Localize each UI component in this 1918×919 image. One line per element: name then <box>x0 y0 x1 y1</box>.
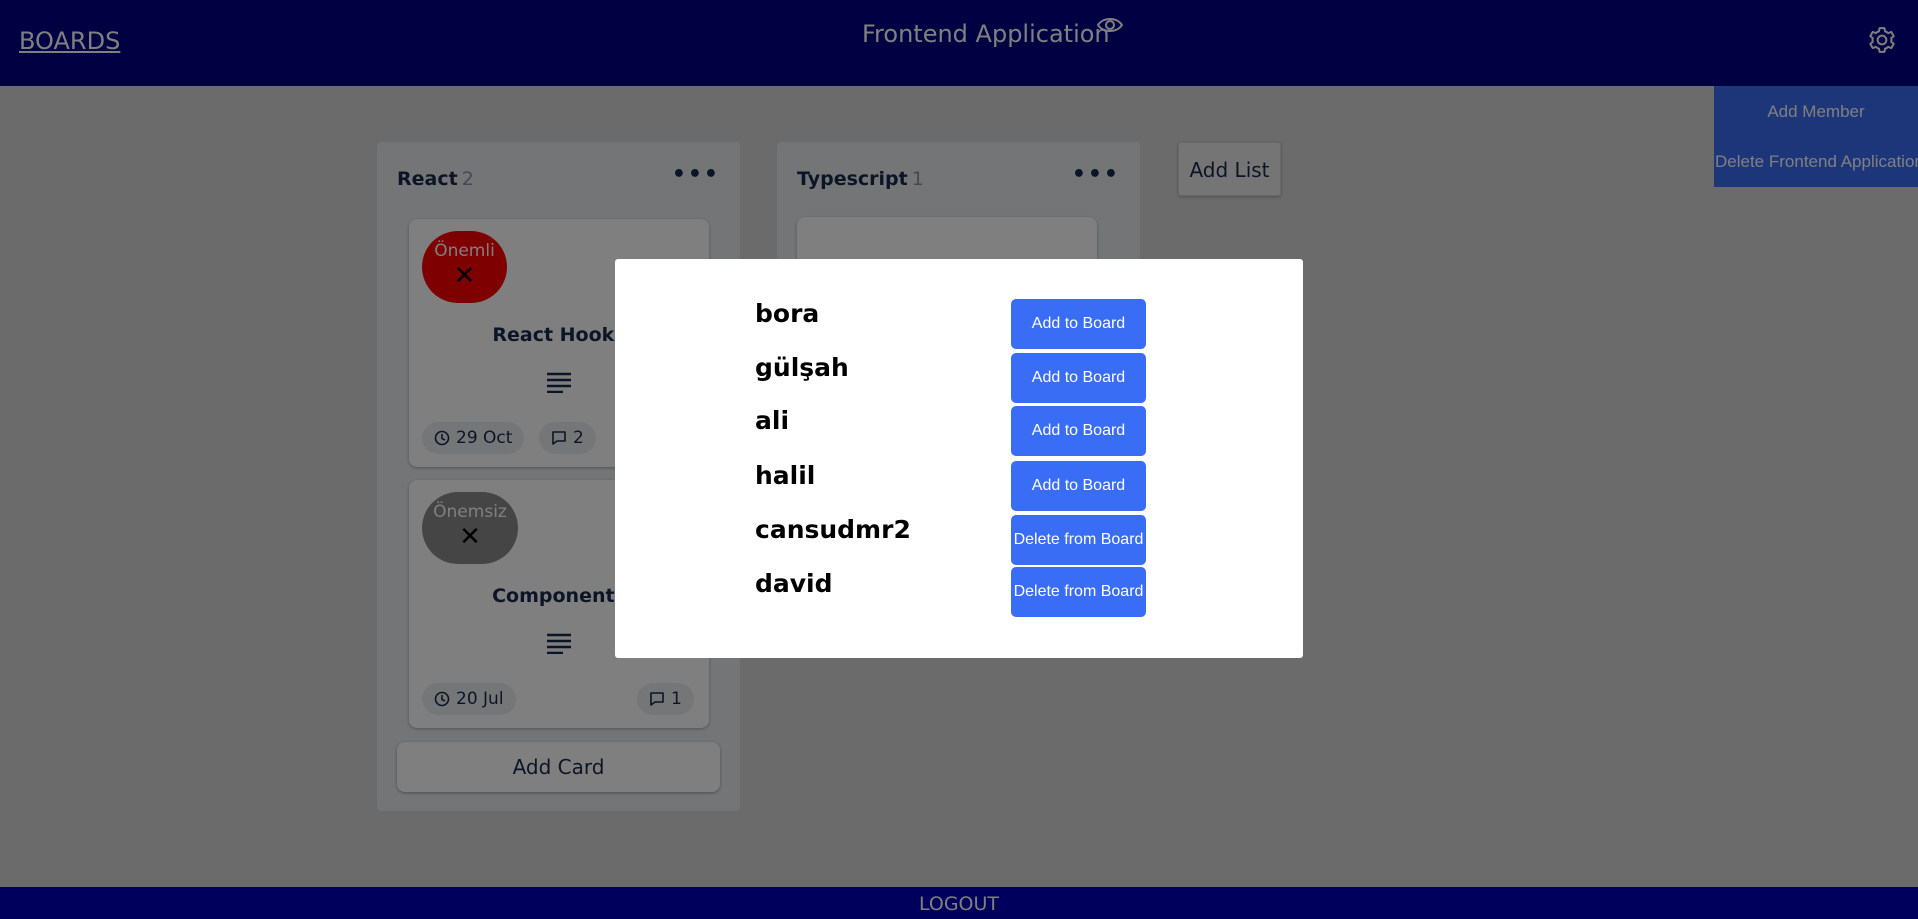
add-member-modal: bora Add to Board gülşah Add to Board al… <box>615 259 1303 658</box>
member-name: david <box>755 569 833 598</box>
member-row: cansudmr2 <box>615 515 1303 567</box>
delete-from-board-button[interactable]: Delete from Board <box>1011 567 1146 617</box>
member-name: bora <box>755 299 820 328</box>
member-row: halil <box>615 461 1303 513</box>
member-row: bora <box>615 299 1303 351</box>
member-row: david <box>615 569 1303 621</box>
member-name: ali <box>755 406 790 435</box>
member-row: ali <box>615 406 1303 458</box>
add-to-board-button[interactable]: Add to Board <box>1011 406 1146 456</box>
member-name: cansudmr2 <box>755 515 911 544</box>
delete-from-board-button[interactable]: Delete from Board <box>1011 515 1146 565</box>
member-name: gülşah <box>755 353 849 382</box>
member-row: gülşah <box>615 353 1303 405</box>
add-to-board-button[interactable]: Add to Board <box>1011 299 1146 349</box>
add-to-board-button[interactable]: Add to Board <box>1011 353 1146 403</box>
member-name: halil <box>755 461 816 490</box>
add-to-board-button[interactable]: Add to Board <box>1011 461 1146 511</box>
